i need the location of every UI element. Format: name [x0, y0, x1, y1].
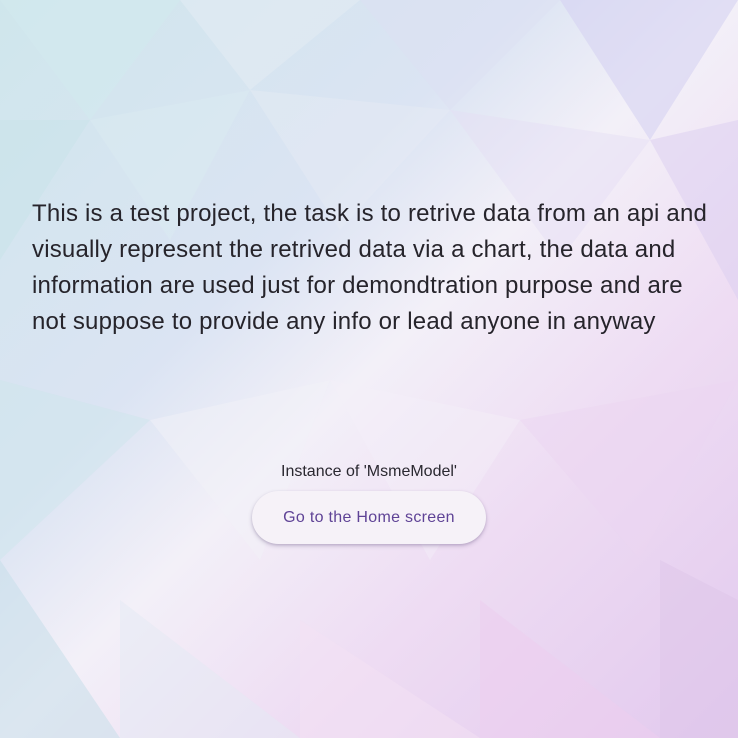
low-poly-background: [0, 0, 738, 738]
instance-label: Instance of 'MsmeModel': [281, 463, 457, 480]
project-description: This is a test project, the task is to r…: [32, 200, 708, 335]
go-home-button[interactable]: Go to the Home screen: [252, 491, 486, 544]
app-screen: This is a test project, the task is to r…: [0, 0, 738, 738]
